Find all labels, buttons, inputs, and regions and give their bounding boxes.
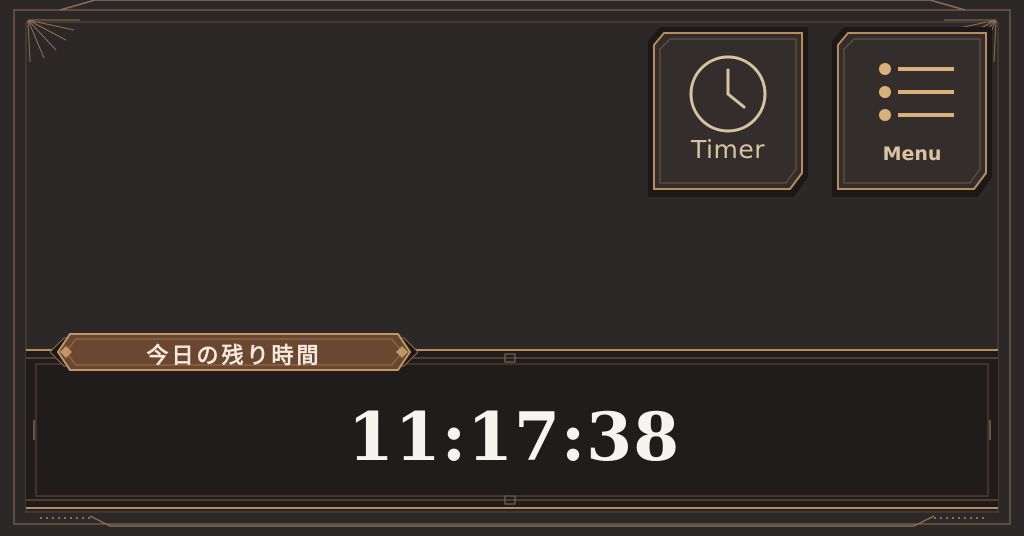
panel-title: 今日の残り時間 (146, 344, 322, 369)
menu-button-label: Menu (882, 143, 942, 165)
remaining-time-countdown: 11:17:38 (347, 398, 681, 476)
clock-icon (689, 55, 767, 133)
timer-button[interactable]: Timer (648, 27, 808, 197)
timer-button-label: Timer (691, 135, 765, 164)
menu-button[interactable]: Menu (832, 27, 992, 197)
list-menu-icon (879, 63, 954, 121)
remaining-time-title-ribbon: 今日の残り時間 (50, 330, 418, 374)
